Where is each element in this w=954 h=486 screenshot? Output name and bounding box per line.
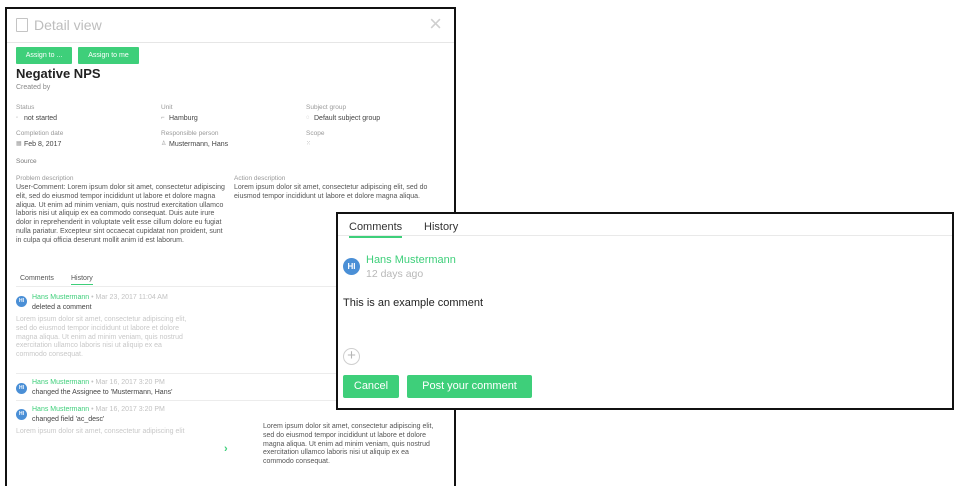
responsible-value: ♙ Mustermann, Hans [161,141,228,148]
person-icon: ♙ [161,141,167,148]
history-author: Hans Mustermann • Mar 16, 2017 3:20 PM [32,406,165,413]
assign-to-me-button[interactable]: Assign to me [78,47,139,64]
created-by-label: Created by [16,84,51,91]
history-time: • Mar 16, 2017 3:20 PM [91,406,165,413]
subject-group-label: Subject group [306,104,347,111]
avatar: HI [343,258,360,275]
cancel-button[interactable]: Cancel [343,375,399,398]
detail-title: Detail view [34,17,102,33]
source-label: Source [16,158,37,165]
history-author-name[interactable]: Hans Mustermann [32,379,89,386]
completion-date-text: Feb 8, 2017 [24,141,62,148]
comments-tabs: Comments History [338,214,952,238]
history-author-name[interactable]: Hans Mustermann [32,406,89,413]
status-value: ◦ not started [16,115,57,122]
completion-date-label: Completion date [16,130,64,137]
comment-text: This is an example comment [343,297,483,309]
history-author: Hans Mustermann • Mar 16, 2017 3:20 PM [32,379,165,386]
responsible-text: Mustermann, Hans [169,141,229,148]
status-label: Status [16,104,35,111]
comment-author[interactable]: Hans Mustermann [366,254,456,266]
subject-group-text: Default subject group [314,115,381,122]
document-icon [16,18,28,32]
problem-description-label: Problem description [16,175,74,182]
tab-comments[interactable]: Comments [20,275,54,282]
scope-value: ⁙ [306,141,314,148]
scope-label: Scope [306,130,325,137]
avatar: HI [16,296,27,307]
comments-panel: Comments History HI Hans Mustermann 12 d… [336,212,954,410]
post-comment-button[interactable]: Post your comment [407,375,532,398]
tab-history[interactable]: History [71,275,93,285]
comment-timestamp: 12 days ago [366,268,424,280]
history-time: • Mar 23, 2017 11:04 AM [91,294,168,301]
close-icon[interactable]: × [429,13,442,35]
action-description-label: Action description [234,175,286,182]
tab-history[interactable]: History [424,221,458,233]
status-icon: ◦ [16,115,19,122]
assign-to-button[interactable]: Assign to ... [16,47,72,64]
history-action: changed field 'ac_desc' [32,416,105,423]
avatar: HI [16,409,27,420]
status-text: not started [24,115,58,122]
calendar-icon: ▦ [16,141,22,148]
subject-group-value: ◌ Default subject group [306,115,380,122]
old-value-text: Lorem ipsum dolor sit amet, consectetur … [16,428,185,435]
detail-header: Detail view × [7,9,454,43]
responsible-label: Responsible person [161,130,219,137]
unit-value: ⌐ Hamburg [161,115,198,122]
add-icon[interactable]: + [343,348,360,365]
history-time: • Mar 16, 2017 3:20 PM [91,379,165,386]
unit-icon: ⌐ [161,115,165,122]
page-title: Negative NPS [16,66,101,81]
new-value-text: Lorem ipsum dolor sit amet, consectetur … [263,423,434,466]
avatar: HI [16,383,27,394]
problem-description-text: User-Comment: Lorem ipsum dolor sit amet… [16,184,225,244]
unit-text: Hamburg [169,115,198,122]
tag-icon: ◌ [306,115,310,122]
history-author-name[interactable]: Hans Mustermann [32,294,89,301]
history-author: Hans Mustermann • Mar 23, 2017 11:04 AM [32,294,168,301]
history-action: changed the Assignee to 'Mustermann, Han… [32,389,173,396]
unit-label: Unit [161,104,173,111]
history-action: deleted a comment [32,304,92,311]
deleted-comment-text: Lorem ipsum dolor sit amet, consectetur … [16,316,187,359]
tab-comments[interactable]: Comments [349,221,403,238]
completion-date-value: ▦ Feb 8, 2017 [16,141,61,148]
chevron-right-icon: › [224,443,228,455]
action-description-text: Lorem ipsum dolor sit amet, consectetur … [234,184,428,200]
scope-icon: ⁙ [306,141,312,148]
